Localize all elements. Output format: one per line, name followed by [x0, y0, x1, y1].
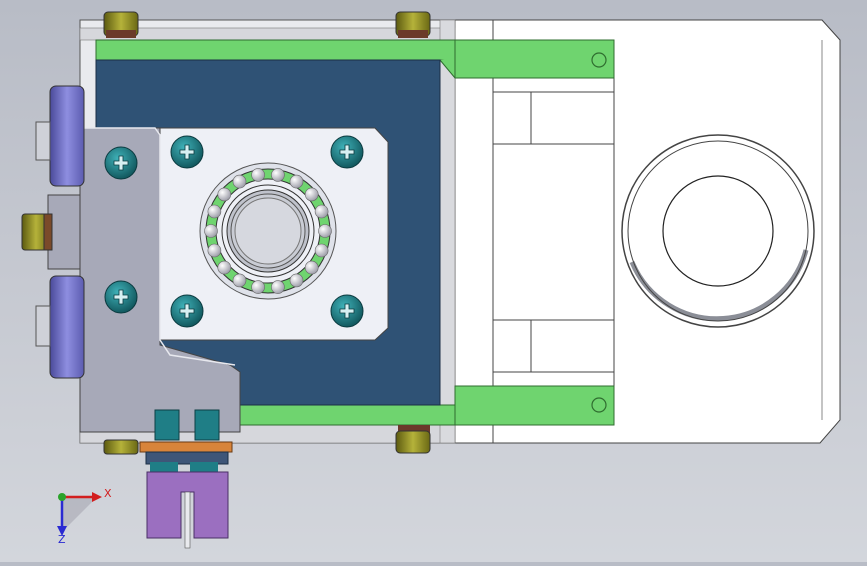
bearing-ball	[217, 187, 232, 202]
bearing-ball	[204, 224, 218, 238]
ball-bearing[interactable]	[199, 162, 337, 300]
bearing-ball	[271, 168, 285, 182]
screw-head[interactable]	[170, 135, 204, 169]
bearing-bore[interactable]	[621, 134, 815, 328]
bearing-ball	[314, 243, 329, 258]
screw-head[interactable]	[104, 280, 138, 314]
side-bushing[interactable]	[21, 213, 53, 251]
cad-viewport[interactable]: X Z	[0, 0, 867, 562]
bearing-ball	[251, 168, 265, 182]
bearing-ball	[271, 280, 285, 294]
bearing-ball	[217, 260, 232, 275]
knob-lower[interactable]	[35, 275, 85, 379]
screw-head[interactable]	[330, 135, 364, 169]
y-axis-dot	[58, 493, 66, 501]
bearing-ball	[207, 204, 222, 219]
bearing-ball	[318, 224, 332, 238]
bearing-ball	[251, 280, 265, 294]
bearing-ball	[207, 243, 222, 258]
bearing-ball	[232, 174, 247, 189]
x-axis-label: X	[104, 487, 112, 500]
screw-head[interactable]	[330, 294, 364, 328]
bearing-ball	[314, 204, 329, 219]
bottom-bushing-left[interactable]	[103, 439, 139, 455]
screw-head[interactable]	[170, 294, 204, 328]
bearing-ball	[289, 174, 304, 189]
knob-upper[interactable]	[35, 85, 85, 187]
cad-model-view[interactable]: X Z	[0, 0, 867, 562]
bearing-ball	[304, 260, 319, 275]
axis-triad[interactable]: X Z	[57, 487, 112, 546]
z-axis-label: Z	[58, 533, 66, 546]
bottom-bushing-right[interactable]	[395, 425, 431, 454]
screw-head[interactable]	[104, 146, 138, 180]
bearing-ball	[304, 187, 319, 202]
bearing-ball	[289, 273, 304, 288]
top-bushing-right[interactable]	[395, 11, 431, 38]
top-bushing-left[interactable]	[103, 11, 139, 38]
bearing-ball	[232, 273, 247, 288]
